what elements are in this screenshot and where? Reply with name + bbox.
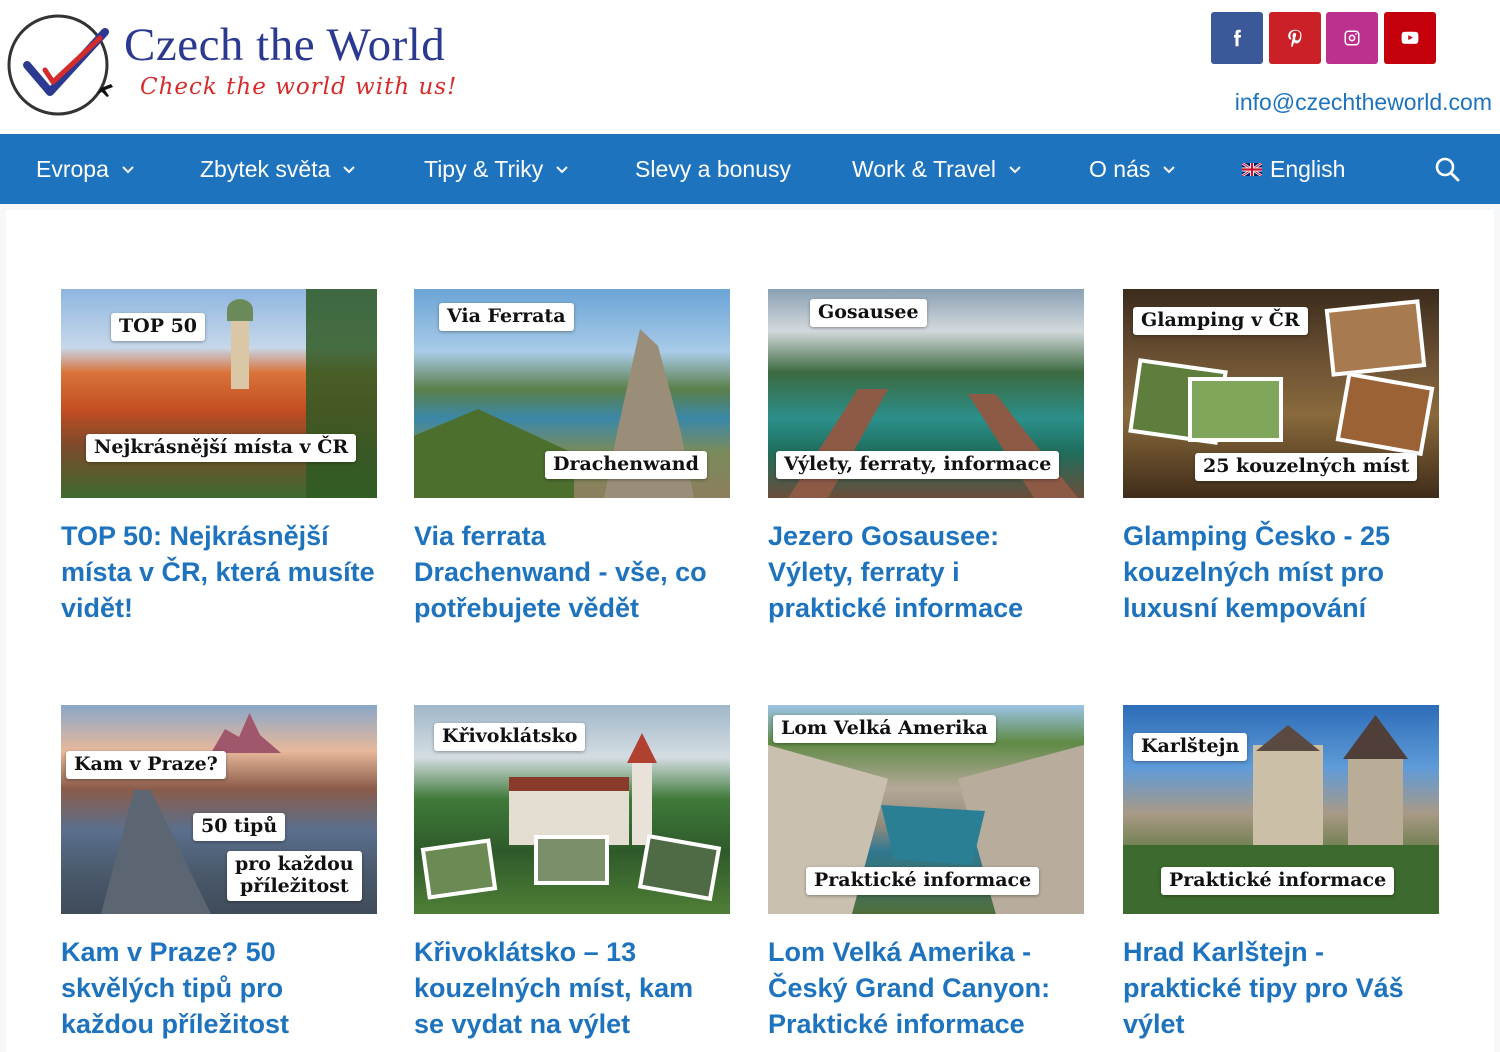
post-card: Kam v Praze? 50 tipů pro každou příležit… (61, 705, 377, 1042)
thumbnail-label: Praktické informace (806, 867, 1040, 895)
main-navigation: Evropa Zbytek světa Tipy & Triky Slevy a… (0, 134, 1500, 204)
thumbnail-label: Kam v Praze? (66, 751, 226, 779)
nav-item-evropa[interactable]: Evropa (36, 134, 135, 204)
post-thumbnail[interactable]: Glamping v ČR 25 kouzelných míst (1123, 289, 1439, 498)
thumbnail-label: Gosausee (810, 299, 927, 327)
chevron-down-icon (556, 166, 568, 174)
nav-item-label: English (1270, 155, 1346, 182)
post-thumbnail[interactable]: TOP 50 Nejkrásnější místa v ČR (61, 289, 377, 498)
youtube-button[interactable] (1384, 12, 1436, 64)
post-title[interactable]: Jezero Gosausee: Výlety, ferraty i prakt… (768, 518, 1084, 626)
nav-item-english[interactable]: English (1242, 134, 1345, 204)
nav-item-zbytek-sveta[interactable]: Zbytek světa (200, 134, 356, 204)
search-icon[interactable] (1434, 156, 1460, 182)
post-card: Křivoklátsko Křivoklátsko – 13 kouzelnýc… (414, 705, 730, 1042)
chevron-down-icon (1163, 166, 1176, 174)
brand-tagline: Check the world with us! (140, 74, 458, 100)
thumbnail-label: Lom Velká Amerika (773, 715, 996, 743)
chevron-down-icon (343, 166, 356, 174)
post-thumbnail[interactable]: Křivoklátsko (414, 705, 730, 914)
thumbnail-label: Křivoklátsko (434, 723, 586, 751)
thumbnail-label: Via Ferrata (439, 303, 574, 331)
brand-name[interactable]: Czech the World (124, 18, 445, 72)
post-thumbnail[interactable]: Kam v Praze? 50 tipů pro každou příležit… (61, 705, 377, 914)
nav-item-o-nas[interactable]: O nás (1089, 134, 1176, 204)
post-card: Karlštejn Praktické informace Hrad Karlš… (1123, 705, 1439, 1042)
post-title[interactable]: Kam v Praze? 50 skvělých tipů pro každou… (61, 934, 377, 1042)
nav-item-work-travel[interactable]: Work & Travel (852, 134, 1022, 204)
nav-item-label: Tipy & Triky (424, 155, 544, 182)
post-title[interactable]: Via ferrata Drachenwand - vše, co potřeb… (414, 518, 730, 626)
post-title[interactable]: Lom Velká Amerika - Český Grand Canyon: … (768, 934, 1084, 1042)
post-card: TOP 50 Nejkrásnější místa v ČR TOP 50: N… (61, 289, 377, 626)
uk-flag-icon (1242, 162, 1262, 176)
nav-item-label: Evropa (36, 155, 109, 182)
post-title[interactable]: TOP 50: Nejkrásnější místa v ČR, která m… (61, 518, 377, 626)
nav-item-label: Zbytek světa (200, 155, 331, 182)
post-card: Glamping v ČR 25 kouzelných míst Glampin… (1123, 289, 1439, 626)
thumbnail-label: 25 kouzelných míst (1195, 453, 1418, 481)
nav-item-tipy-triky[interactable]: Tipy & Triky (424, 134, 569, 204)
pinterest-button[interactable] (1269, 12, 1321, 64)
instagram-icon (1344, 30, 1360, 46)
instagram-button[interactable] (1326, 12, 1378, 64)
youtube-icon (1401, 31, 1419, 44)
chevron-down-icon (122, 166, 134, 174)
logo-icon[interactable] (5, 10, 117, 120)
post-title[interactable]: Hrad Karlštejn - praktické tipy pro Váš … (1123, 934, 1439, 1042)
post-title[interactable]: Glamping Česko - 25 kouzelných míst pro … (1123, 518, 1439, 626)
thumbnail-label: 50 tipů (193, 813, 286, 841)
nav-item-slevy-a-bonusy[interactable]: Slevy a bonusy (635, 134, 791, 204)
thumbnail-label: pro každou příležitost (227, 851, 362, 901)
thumbnail-label: Praktické informace (1161, 867, 1395, 895)
nav-item-label: O nás (1089, 155, 1151, 182)
nav-item-label: Slevy a bonusy (635, 155, 791, 182)
thumbnail-label: Výlety, ferraty, informace (776, 451, 1060, 479)
chevron-down-icon (1009, 166, 1021, 174)
site-header: Czech the World Check the world with us!… (0, 0, 1500, 134)
post-thumbnail[interactable]: Via Ferrata Drachenwand (414, 289, 730, 498)
facebook-icon (1234, 29, 1242, 47)
post-thumbnail[interactable]: Lom Velká Amerika Praktické informace (768, 705, 1084, 914)
facebook-button[interactable] (1211, 12, 1263, 64)
post-card: Gosausee Výlety, ferraty, informace Jeze… (768, 289, 1084, 626)
post-thumbnail[interactable]: Gosausee Výlety, ferraty, informace (768, 289, 1084, 498)
thumbnail-label: TOP 50 (111, 313, 206, 341)
posts-grid: TOP 50 Nejkrásnější místa v ČR TOP 50: N… (6, 210, 1494, 1052)
pinterest-icon (1288, 29, 1302, 47)
thumbnail-label: Nejkrásnější místa v ČR (86, 434, 357, 462)
thumbnail-label: Glamping v ČR (1133, 307, 1308, 335)
thumbnail-label: Drachenwand (545, 451, 707, 479)
thumbnail-label: Karlštejn (1133, 733, 1248, 761)
post-thumbnail[interactable]: Karlštejn Praktické informace (1123, 705, 1439, 914)
post-card: Lom Velká Amerika Praktické informace Lo… (768, 705, 1084, 1042)
post-title[interactable]: Křivoklátsko – 13 kouzelných míst, kam s… (414, 934, 730, 1042)
post-card: Via Ferrata Drachenwand Via ferrata Drac… (414, 289, 730, 626)
nav-item-label: Work & Travel (852, 155, 996, 182)
contact-email-link[interactable]: info@czechtheworld.com (1235, 89, 1492, 116)
